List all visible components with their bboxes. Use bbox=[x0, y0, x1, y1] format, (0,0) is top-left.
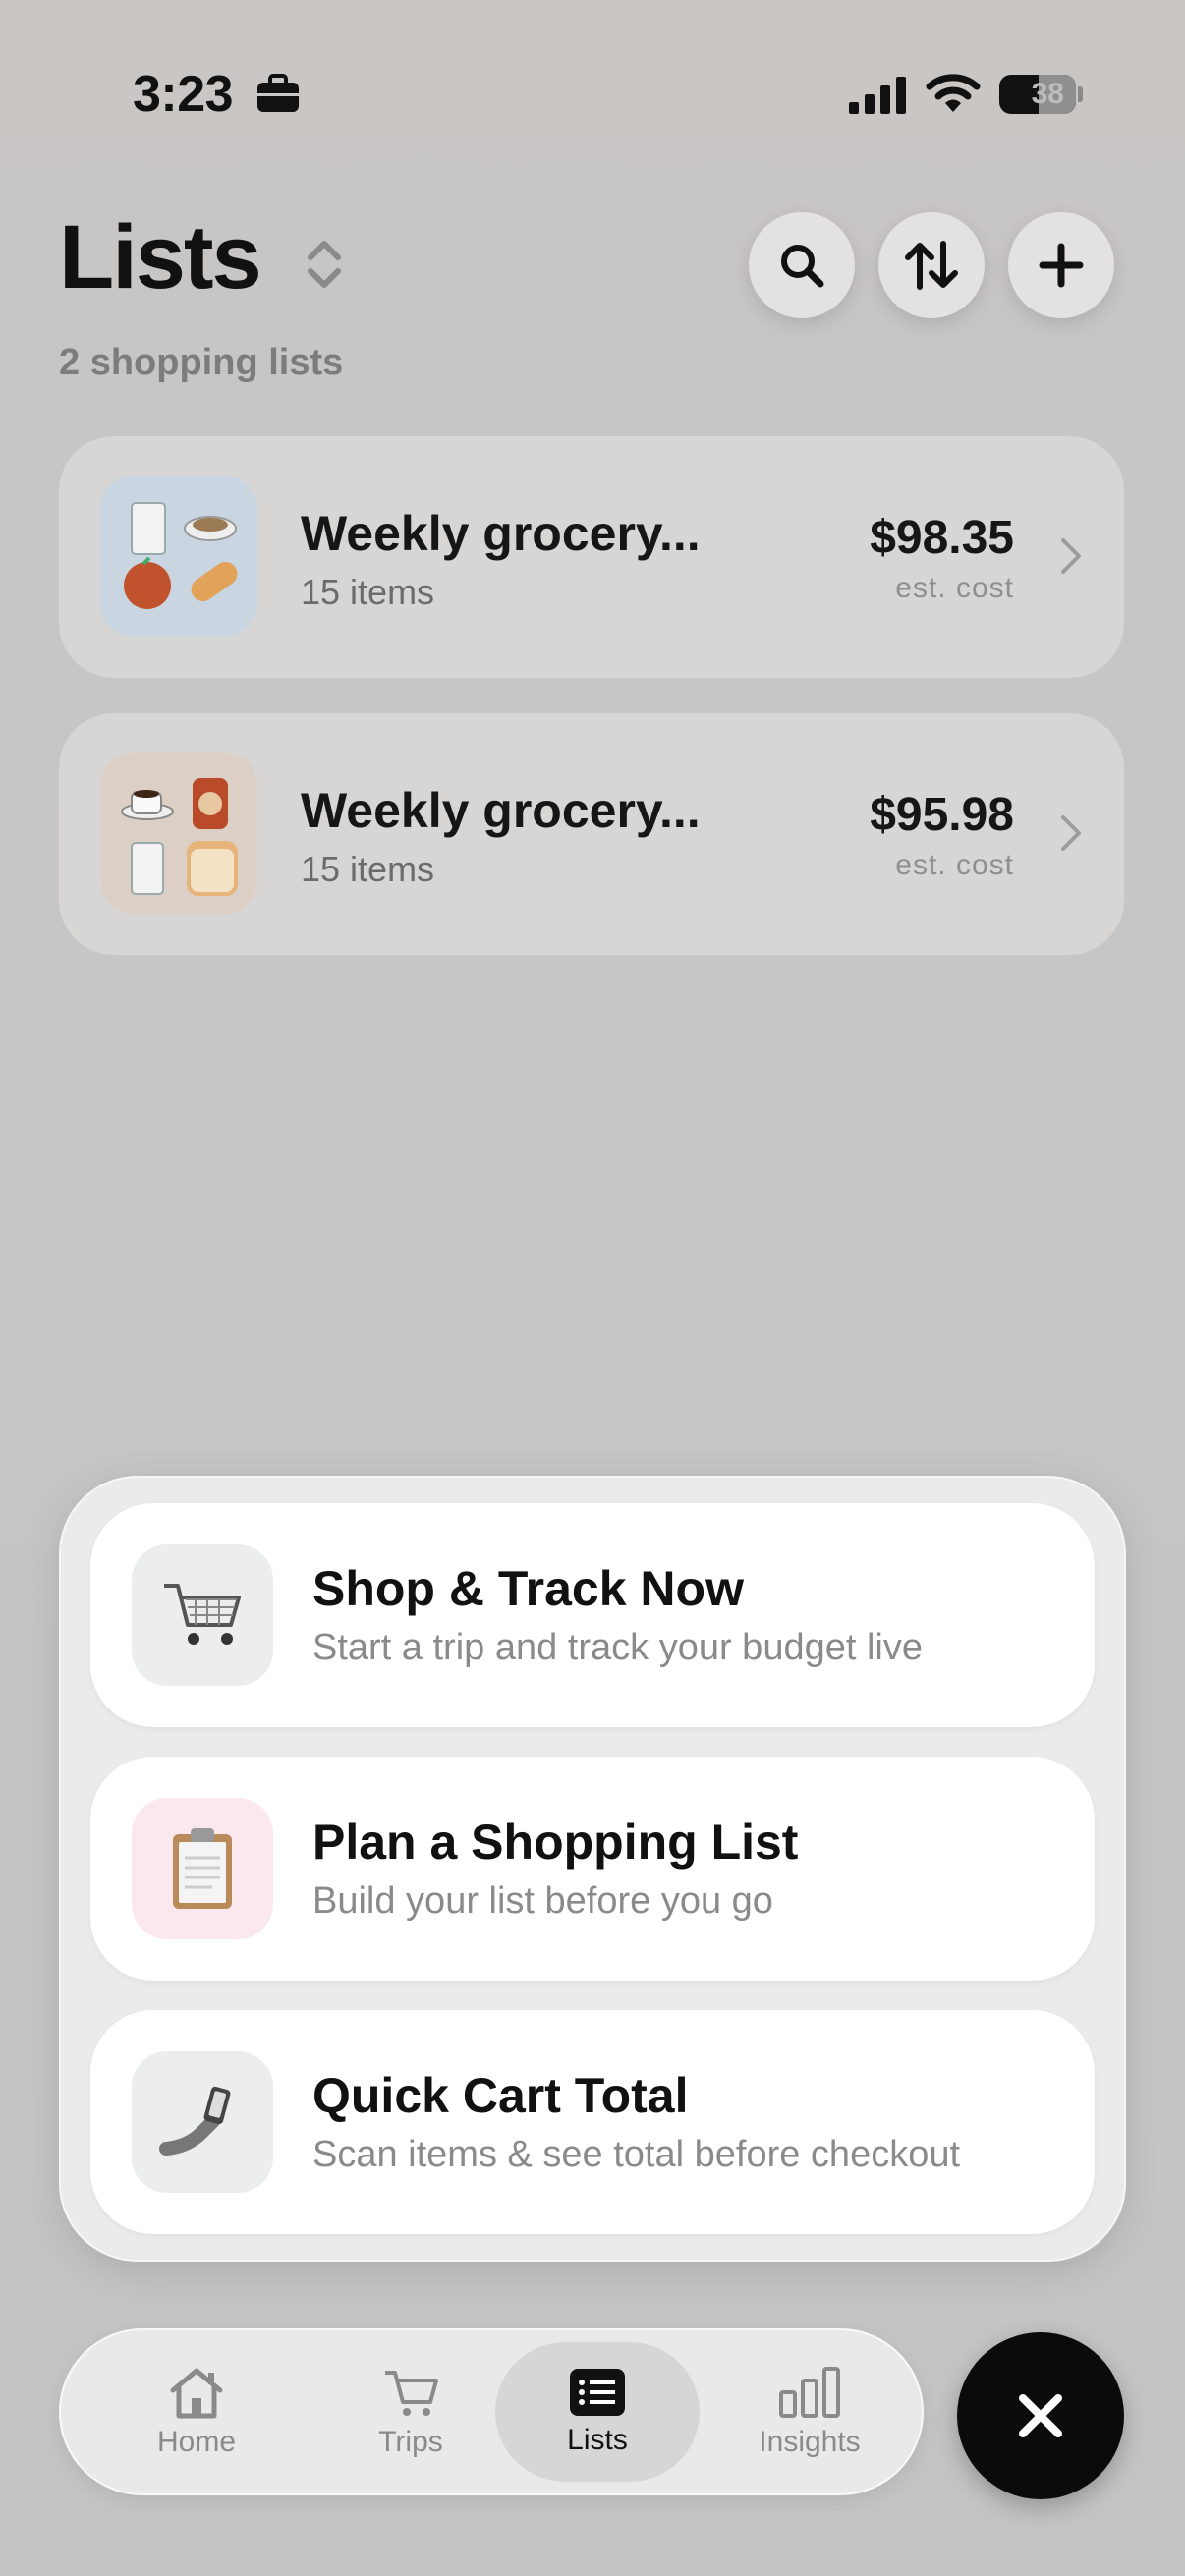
tab-home[interactable]: Home bbox=[94, 2328, 299, 2495]
tab-bar: Home Trips Lists Insights bbox=[59, 2328, 924, 2495]
cart-icon bbox=[385, 2371, 438, 2416]
price-note: est. cost bbox=[895, 572, 1014, 604]
quick-cart-total-option[interactable]: Quick Cart Total Scan items & see total … bbox=[90, 2010, 1095, 2234]
action-sheet: Shop & Track Now Start a trip and track … bbox=[59, 1476, 1126, 2262]
bar-chart-icon bbox=[779, 2367, 840, 2418]
list-title: Weekly grocery... bbox=[301, 783, 701, 838]
tab-insights[interactable]: Insights bbox=[707, 2328, 912, 2495]
tab-lists[interactable]: Lists bbox=[495, 2342, 700, 2482]
add-list-button[interactable] bbox=[1008, 212, 1114, 318]
list-count: 2 shopping lists bbox=[59, 342, 344, 383]
plus-icon bbox=[1039, 243, 1084, 288]
option-subtitle: Start a trip and track your budget live bbox=[312, 1627, 923, 1668]
sort-icon bbox=[905, 241, 958, 290]
tab-label: Insights bbox=[759, 2426, 861, 2458]
shopping-cart-icon bbox=[132, 1544, 273, 1686]
chevron-right-icon bbox=[1061, 815, 1081, 851]
close-icon bbox=[1019, 2394, 1062, 2437]
plan-shopping-list-option[interactable]: Plan a Shopping List Build your list bef… bbox=[90, 1757, 1095, 1981]
sort-button[interactable] bbox=[878, 212, 985, 318]
list-item-count: 15 items bbox=[301, 849, 435, 889]
page-title: Lists bbox=[59, 207, 262, 308]
tab-trips[interactable]: Trips bbox=[309, 2328, 513, 2495]
chevron-up-down-icon[interactable] bbox=[301, 236, 348, 293]
option-title: Shop & Track Now bbox=[312, 1561, 744, 1616]
status-time: 3:23 bbox=[133, 66, 234, 123]
wifi-icon bbox=[926, 74, 981, 112]
list-title: Weekly grocery... bbox=[301, 506, 701, 561]
option-subtitle: Build your list before you go bbox=[312, 1880, 773, 1922]
cellular-signal-icon bbox=[849, 77, 906, 114]
chevron-right-icon bbox=[1061, 538, 1081, 574]
option-title: Plan a Shopping List bbox=[312, 1815, 799, 1870]
tab-label: Lists bbox=[567, 2424, 628, 2456]
shop-track-now-option[interactable]: Shop & Track Now Start a trip and track … bbox=[90, 1503, 1095, 1727]
list-price: $95.98 bbox=[870, 789, 1014, 841]
list-card[interactable]: Weekly grocery... 15 items $95.98 est. c… bbox=[59, 713, 1124, 955]
battery-level: 38 bbox=[1031, 78, 1064, 110]
home-icon bbox=[170, 2368, 223, 2419]
option-title: Quick Cart Total bbox=[312, 2068, 689, 2123]
price-note: est. cost bbox=[895, 849, 1014, 881]
battery-icon: 38 bbox=[999, 75, 1076, 114]
list-thumbnail bbox=[100, 476, 257, 637]
search-icon bbox=[781, 245, 824, 288]
list-icon bbox=[570, 2369, 625, 2416]
tab-label: Home bbox=[156, 2426, 237, 2458]
briefcase-icon bbox=[257, 74, 299, 112]
close-button[interactable] bbox=[957, 2332, 1124, 2499]
list-card[interactable]: Weekly grocery... 15 items $98.35 est. c… bbox=[59, 436, 1124, 678]
hand-phone-scan-icon bbox=[132, 2051, 273, 2193]
tab-label: Trips bbox=[378, 2426, 443, 2458]
list-item-count: 15 items bbox=[301, 572, 435, 612]
list-price: $98.35 bbox=[870, 512, 1014, 564]
search-button[interactable] bbox=[749, 212, 855, 318]
option-subtitle: Scan items & see total before checkout bbox=[312, 2134, 961, 2175]
battery-tip bbox=[1078, 86, 1083, 102]
clipboard-icon bbox=[132, 1798, 273, 1939]
list-thumbnail bbox=[100, 753, 257, 914]
